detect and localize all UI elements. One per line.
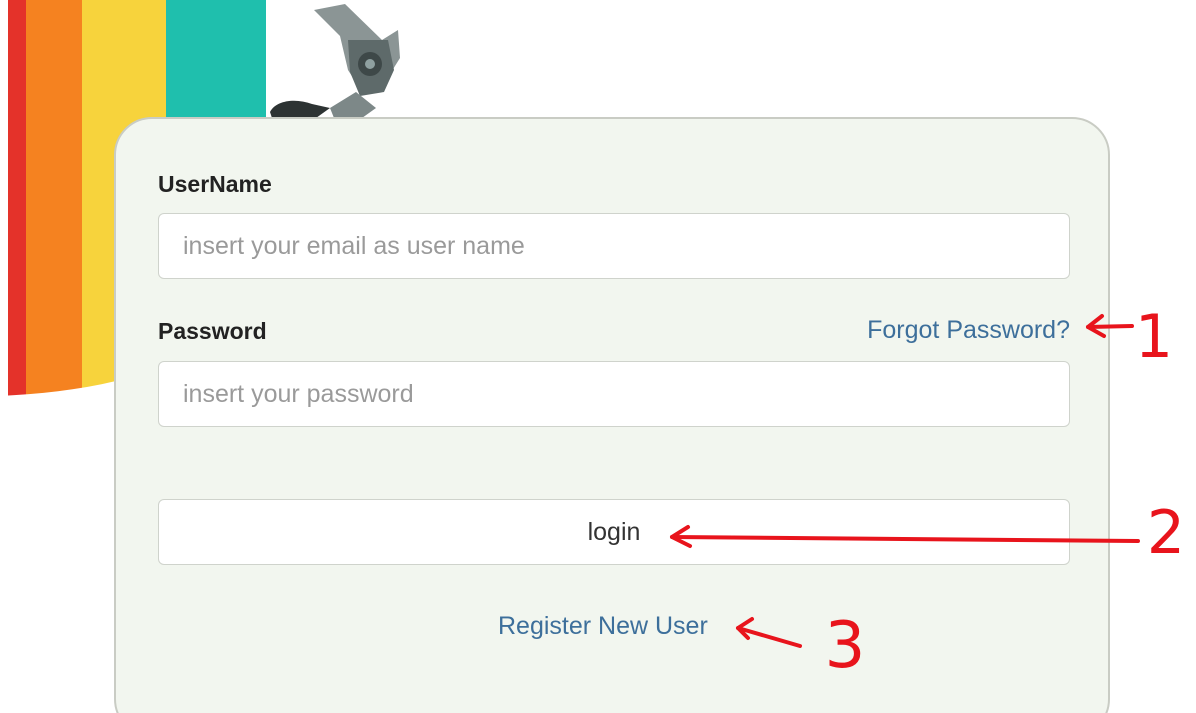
username-input[interactable] [158,213,1070,279]
forgot-password-link[interactable]: Forgot Password? [867,316,1070,345]
page: UserName Password Forgot Password? login… [0,0,1196,713]
password-label: Password [158,318,267,344]
annotation-number-1: 1 [1135,302,1173,372]
register-new-user-link[interactable]: Register New User [498,612,708,641]
login-button[interactable]: login [158,499,1070,565]
mechanical-arm-graphic [270,4,400,118]
login-form-panel: UserName Password Forgot Password? login… [114,117,1110,713]
annotation-number-2: 2 [1147,498,1185,568]
password-input[interactable] [158,361,1070,427]
username-label: UserName [158,171,272,197]
